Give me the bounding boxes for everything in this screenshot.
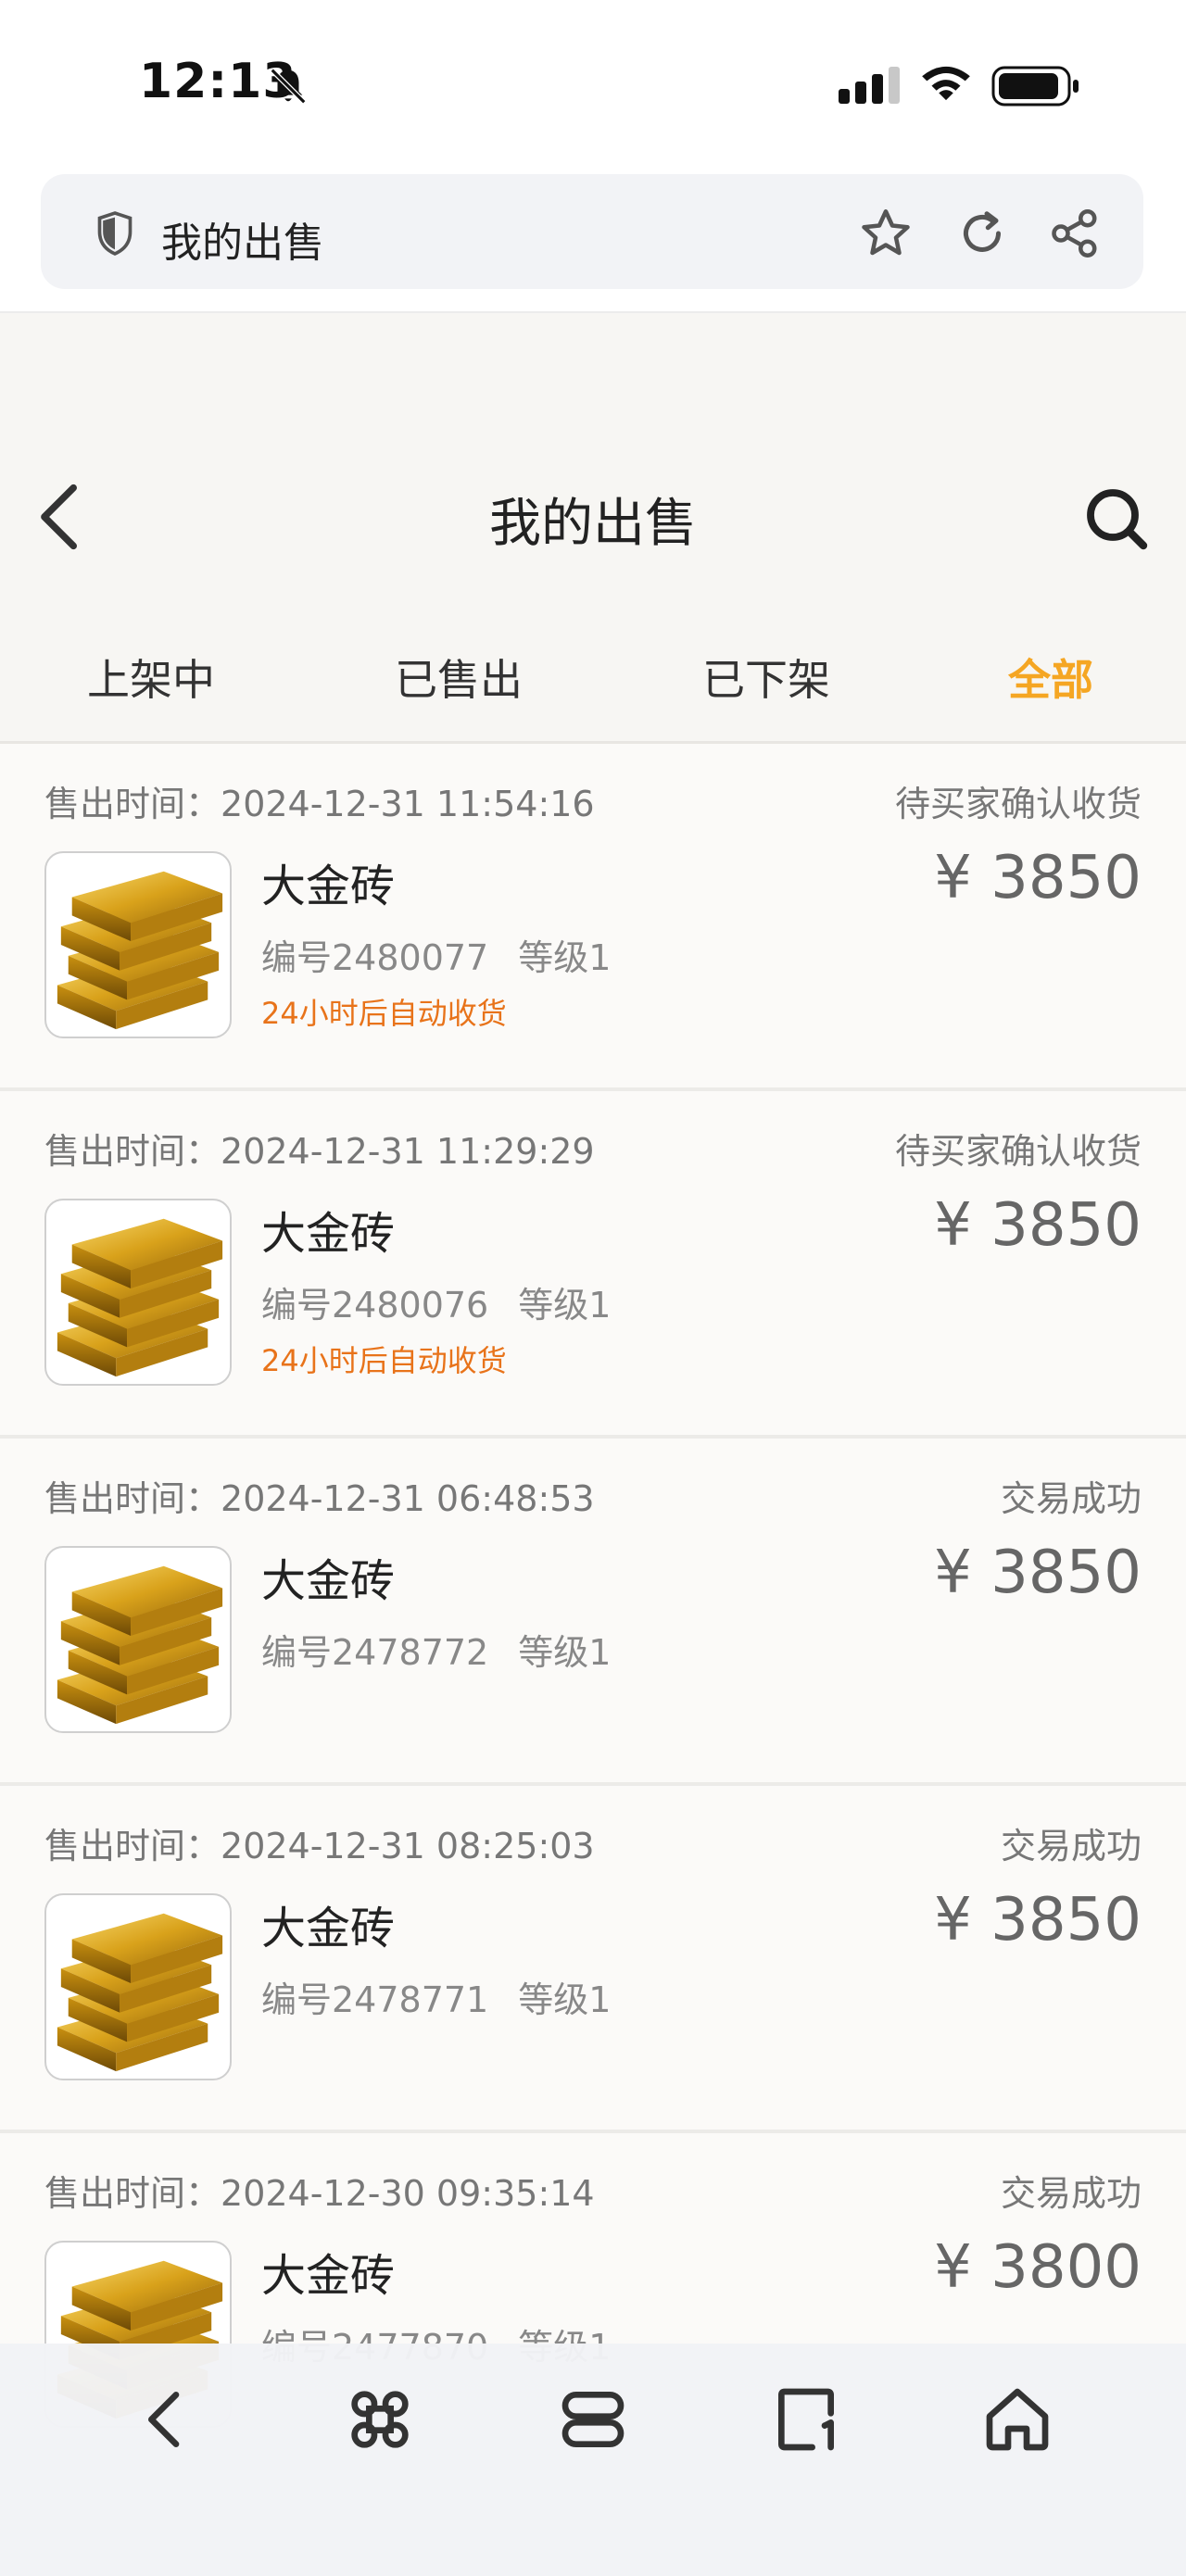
item-price: ¥ 3800 [934, 2233, 1142, 2302]
gold-brick-image [44, 851, 232, 1038]
window-icon[interactable] [769, 2382, 843, 2457]
sold-time: 售出时间：2024-12-31 06:48:53 [44, 1478, 595, 1519]
item-name: 大金砖 [261, 861, 396, 912]
search-icon[interactable] [1082, 484, 1149, 551]
share-icon[interactable] [1047, 206, 1103, 261]
address-text[interactable]: 我的出售 [161, 209, 324, 269]
item-level: 等级1 [518, 937, 612, 978]
page-header: 我的出售 上架中 已售出 已下架 全部 [0, 313, 1186, 748]
tab-all[interactable]: 全部 [1008, 647, 1093, 708]
item-price: ¥ 3850 [934, 1886, 1142, 1954]
item-name: 大金砖 [261, 1208, 396, 1260]
order-item[interactable]: 售出时间：2024-12-31 11:29:29 待买家确认收货 大金砖 编号2… [0, 1091, 1186, 1439]
reload-icon[interactable] [954, 206, 1010, 261]
wifi-icon [922, 66, 970, 101]
gold-brick-image [44, 1893, 232, 2080]
order-status: 交易成功 [1000, 2173, 1142, 2214]
gold-brick-image [44, 1546, 232, 1733]
battery-icon [991, 66, 1079, 107]
order-status: 待买家确认收货 [894, 784, 1142, 824]
status-bar: 12:13 [0, 0, 1186, 167]
sold-time: 售出时间：2024-12-30 09:35:14 [44, 2173, 595, 2214]
tab-listing[interactable]: 上架中 [87, 647, 215, 708]
command-icon[interactable] [343, 2382, 417, 2457]
item-name: 大金砖 [261, 1555, 396, 1607]
order-status: 交易成功 [1000, 1478, 1142, 1519]
address-bar[interactable]: 我的出售 [41, 174, 1143, 289]
item-level: 等级1 [518, 1285, 612, 1326]
item-level: 等级1 [518, 1979, 612, 2020]
item-name: 大金砖 [261, 1903, 396, 1954]
order-status: 交易成功 [1000, 1826, 1142, 1866]
browser-bottom-bar [0, 2344, 1186, 2576]
item-meta: 编号2480077 等级1 [261, 929, 611, 980]
tab-delisted[interactable]: 已下架 [702, 647, 830, 708]
sold-time: 售出时间：2024-12-31 08:25:03 [44, 1826, 595, 1866]
signal-icon [839, 67, 900, 104]
item-meta: 编号2478772 等级1 [261, 1624, 611, 1675]
order-list: 售出时间：2024-12-31 11:54:16 待买家确认收货 大金砖 编号2… [0, 744, 1186, 2481]
home-icon[interactable] [980, 2382, 1054, 2457]
shield-icon [97, 211, 132, 257]
tab-bar: 上架中 已售出 已下架 全部 [0, 628, 1186, 739]
item-number: 编号2478772 [261, 1632, 489, 1673]
item-number: 编号2480077 [261, 937, 489, 978]
item-number: 编号2480076 [261, 1285, 489, 1326]
auto-receipt-note: 24小时后自动收货 [261, 996, 507, 1031]
order-item[interactable]: 售出时间：2024-12-31 08:25:03 交易成功 大金砖 编号2478… [0, 1786, 1186, 2133]
item-meta: 编号2478771 等级1 [261, 1971, 611, 2022]
star-icon[interactable] [858, 206, 914, 261]
item-price: ¥ 3850 [934, 1191, 1142, 1260]
item-level: 等级1 [518, 1632, 612, 1673]
tab-sold[interactable]: 已售出 [395, 647, 523, 708]
gold-brick-image [44, 1199, 232, 1386]
order-item[interactable]: 售出时间：2024-12-31 11:54:16 待买家确认收货 大金砖 编号2… [0, 744, 1186, 1091]
item-price: ¥ 3850 [934, 1539, 1142, 1607]
auto-receipt-note: 24小时后自动收货 [261, 1343, 507, 1378]
sold-time: 售出时间：2024-12-31 11:29:29 [44, 1131, 595, 1172]
page-title: 我的出售 [489, 494, 697, 554]
sold-time: 售出时间：2024-12-31 11:54:16 [44, 784, 595, 824]
back-icon[interactable] [130, 2382, 204, 2457]
item-meta: 编号2480076 等级1 [261, 1276, 611, 1327]
tabs-icon[interactable] [556, 2382, 630, 2457]
order-item[interactable]: 售出时间：2024-12-31 06:48:53 交易成功 大金砖 编号2478… [0, 1439, 1186, 1786]
bell-slash-icon [270, 68, 307, 105]
order-status: 待买家确认收货 [894, 1131, 1142, 1172]
item-number: 编号2478771 [261, 1979, 489, 2020]
browser-address-area: 我的出售 [0, 167, 1186, 313]
item-name: 大金砖 [261, 2250, 396, 2302]
item-price: ¥ 3850 [934, 844, 1142, 912]
